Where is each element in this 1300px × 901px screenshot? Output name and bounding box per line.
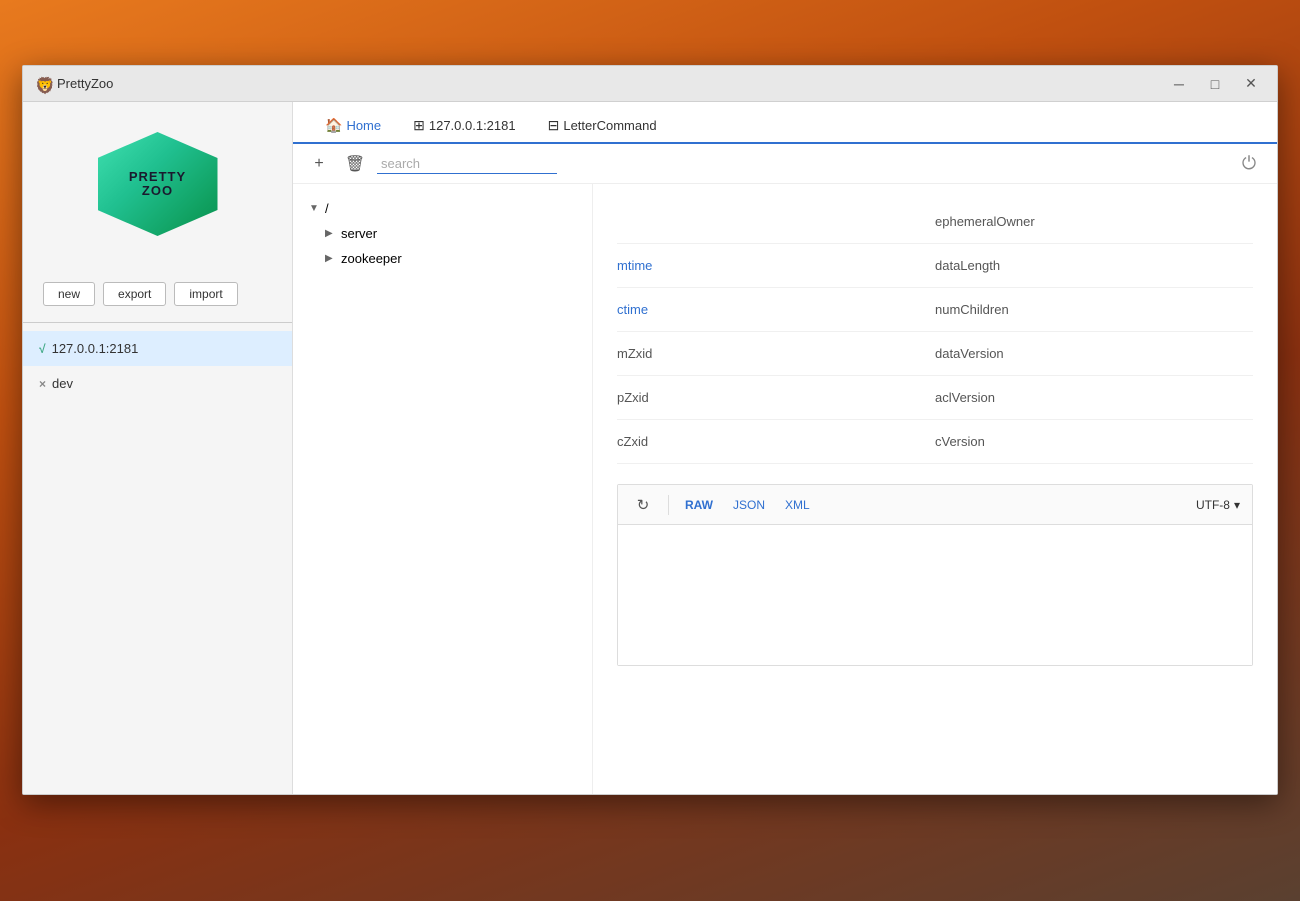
editor-divider	[668, 495, 669, 515]
encoding-label: UTF-8	[1196, 498, 1230, 512]
format-xml-button[interactable]: XML	[781, 496, 814, 514]
node-icon: ⊟	[548, 117, 560, 134]
detail-pzxid: pZxid	[617, 376, 935, 420]
breadcrumb-server-label: 127.0.0.1:2181	[429, 118, 516, 133]
export-button[interactable]: export	[103, 282, 166, 306]
close-button[interactable]: ✕	[1237, 73, 1265, 95]
encoding-select[interactable]: UTF-8 ▾	[1196, 498, 1240, 512]
window-body: PRETTY ZOO new export import √ 127.0.0.1…	[23, 102, 1277, 794]
refresh-button[interactable]: ↻	[630, 492, 656, 518]
encoding-arrow: ▾	[1234, 498, 1240, 512]
new-button[interactable]: new	[43, 282, 95, 306]
server-prefix-active: √	[39, 342, 46, 356]
sidebar-actions: new export import	[23, 282, 292, 322]
editor-content[interactable]	[618, 525, 1252, 665]
window-controls: ─ □ ✕	[1165, 73, 1265, 95]
detail-grid: ephemeralOwner mtime dataLength ctime nu…	[617, 200, 1253, 464]
server-item-dev[interactable]: × dev	[23, 366, 292, 401]
server-node-label: server	[341, 226, 377, 241]
detail-ctime: ctime	[617, 288, 935, 332]
zookeeper-arrow: ▶	[325, 253, 337, 264]
detail-numchildren: numChildren	[935, 288, 1253, 332]
root-arrow: ▼	[309, 203, 321, 214]
server-arrow: ▶	[325, 228, 337, 239]
detail-ephemeralowner: ephemeralOwner	[935, 200, 1253, 244]
logo-hex: PRETTY ZOO	[98, 122, 218, 262]
content-area: ▼ / ▶ server ▶ zookeeper	[293, 184, 1277, 794]
add-node-button[interactable]: +	[305, 150, 333, 178]
editor-toolbar: ↻ RAW JSON XML UTF-8 ▾	[618, 485, 1252, 525]
logo-text: PRETTY ZOO	[129, 170, 186, 199]
detail-datalength: dataLength	[935, 244, 1253, 288]
tree-and-detail: ▼ / ▶ server ▶ zookeeper	[293, 184, 1277, 794]
server-prefix-offline: ×	[39, 377, 46, 391]
breadcrumb-home[interactable]: 🏠 Home	[309, 109, 397, 144]
maximize-button[interactable]: □	[1201, 73, 1229, 95]
breadcrumb-node-label: LetterCommand	[563, 118, 656, 133]
home-icon: 🏠	[325, 117, 342, 134]
server-name-dev: dev	[52, 376, 73, 391]
tree-panel: ▼ / ▶ server ▶ zookeeper	[293, 184, 593, 794]
search-input[interactable]	[377, 154, 557, 174]
format-raw-button[interactable]: RAW	[681, 496, 717, 514]
server-list: √ 127.0.0.1:2181 × dev	[23, 331, 292, 794]
detail-item	[617, 200, 935, 244]
server-item-local[interactable]: √ 127.0.0.1:2181	[23, 331, 292, 366]
title-bar: 🦁 PrettyZoo ─ □ ✕	[23, 66, 1277, 102]
main-panel: 🏠 Home ⊞ 127.0.0.1:2181 ⊟ LetterCommand …	[293, 102, 1277, 794]
detail-mtime: mtime	[617, 244, 935, 288]
sidebar: PRETTY ZOO new export import √ 127.0.0.1…	[23, 102, 293, 794]
detail-dataversion: dataVersion	[935, 332, 1253, 376]
detail-mzxid: mZxid	[617, 332, 935, 376]
detail-panel: ephemeralOwner mtime dataLength ctime nu…	[593, 184, 1277, 794]
breadcrumb-node[interactable]: ⊟ LetterCommand	[532, 109, 673, 144]
tree-node-server[interactable]: ▶ server	[293, 221, 592, 246]
minimize-button[interactable]: ─	[1165, 73, 1193, 95]
power-button[interactable]: ⏻	[1233, 148, 1265, 180]
app-icon: 🦁	[35, 76, 51, 92]
import-button[interactable]: import	[174, 282, 237, 306]
breadcrumb-server[interactable]: ⊞ 127.0.0.1:2181	[397, 109, 531, 144]
format-json-button[interactable]: JSON	[729, 496, 769, 514]
breadcrumb-home-label: Home	[346, 118, 381, 133]
tree-root[interactable]: ▼ /	[293, 196, 592, 221]
sidebar-divider	[23, 322, 292, 323]
server-icon: ⊞	[413, 117, 425, 134]
detail-cversion: cVersion	[935, 420, 1253, 464]
delete-node-button[interactable]: 🗑	[341, 150, 369, 178]
detail-aclversion: aclVersion	[935, 376, 1253, 420]
toolbar: + 🗑 ⏻	[293, 144, 1277, 184]
logo-area: PRETTY ZOO	[23, 102, 292, 282]
app-window: 🦁 PrettyZoo ─ □ ✕ PRETTY ZOO	[22, 65, 1278, 795]
app-title: PrettyZoo	[57, 76, 1165, 91]
server-name-local: 127.0.0.1:2181	[52, 341, 139, 356]
hex-shape: PRETTY ZOO	[98, 132, 218, 236]
detail-czxid: cZxid	[617, 420, 935, 464]
tree-node-zookeeper[interactable]: ▶ zookeeper	[293, 246, 592, 271]
root-label: /	[325, 201, 329, 216]
data-editor: ↻ RAW JSON XML UTF-8 ▾	[617, 484, 1253, 666]
breadcrumb: 🏠 Home ⊞ 127.0.0.1:2181 ⊟ LetterCommand	[293, 102, 1277, 144]
zookeeper-node-label: zookeeper	[341, 251, 402, 266]
